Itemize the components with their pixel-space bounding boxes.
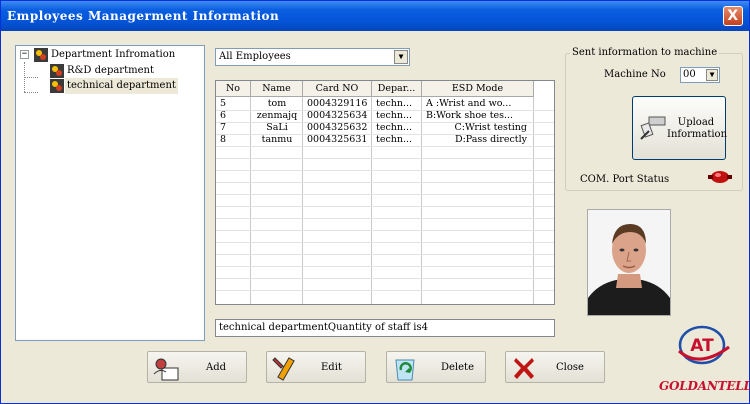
cell-no: 6 — [220, 110, 227, 121]
machine-group-legend: Sent information to machine — [570, 47, 720, 58]
tree-connector — [24, 77, 38, 78]
add-button[interactable]: Add — [147, 351, 247, 383]
upload-label-line1: Upload — [677, 117, 715, 128]
employee-filter-dropdown[interactable]: All Employees ▼ — [215, 48, 410, 66]
column-header-no[interactable]: No — [216, 81, 251, 97]
tree-connector — [24, 92, 38, 93]
machine-no-value: 00 — [683, 69, 696, 80]
cell-no: 5 — [220, 98, 227, 109]
cell-card-no: 0004325631 — [307, 134, 368, 145]
cell-department: techn... — [376, 98, 413, 109]
machine-groupbox: Sent information to machine Machine No 0… — [565, 47, 743, 191]
logo-text: GOLDANTELL — [659, 379, 750, 393]
tree-item-label: R&D department — [67, 65, 154, 76]
upload-information-button[interactable]: Upload Information — [632, 96, 728, 160]
add-button-label: Add — [206, 362, 227, 373]
cell-esd-mode: C:Wrist testing — [454, 122, 527, 133]
client-area: − Department Infromation R&D department — [5, 33, 750, 401]
cell-esd-mode: D:Pass directly — [454, 134, 527, 145]
cell-esd-mode: B:Work shoe tes... — [426, 110, 514, 121]
window-close-button[interactable]: X — [723, 6, 743, 26]
add-user-icon — [153, 358, 179, 381]
upload-label-line2: Information — [667, 129, 728, 140]
employees-table: No Name Card NO Depar... ESD Mode 5 tom … — [215, 80, 555, 305]
cell-department: techn... — [376, 134, 413, 145]
row-divider — [216, 206, 554, 207]
cell-name: zenmajq — [256, 110, 298, 121]
cell-card-no: 0004329116 — [307, 98, 368, 109]
edit-button-label: Edit — [321, 362, 342, 373]
logo-mark: AT — [677, 325, 730, 365]
tree-item-label: technical department — [65, 78, 178, 94]
employee-photo-image — [588, 210, 670, 315]
delete-button-label: Delete — [441, 362, 474, 373]
row-divider — [216, 158, 554, 159]
edit-tools-icon — [272, 357, 295, 381]
recycle-bin-icon — [395, 359, 415, 381]
row-divider — [216, 242, 554, 243]
column-header-card-no[interactable]: Card NO — [303, 81, 372, 97]
machine-no-select[interactable]: 00 ▼ — [680, 67, 720, 83]
column-header-name[interactable]: Name — [251, 81, 303, 97]
logo-initials: AT — [690, 336, 714, 356]
row-divider — [216, 290, 554, 291]
column-header-department[interactable]: Depar... — [372, 81, 422, 97]
card-reader-icon — [640, 116, 666, 140]
edit-button[interactable]: Edit — [266, 351, 366, 383]
row-divider — [216, 278, 554, 279]
staff-count-status: technical departmentQuantity of staff is… — [215, 319, 555, 337]
cell-name: tom — [267, 98, 287, 109]
com-port-status-label: COM. Port Status — [580, 174, 670, 185]
delete-button[interactable]: Delete — [386, 351, 486, 383]
department-icon — [50, 64, 64, 78]
cell-esd-mode: A :Wrist and wo... — [426, 98, 512, 109]
tree-root-label: Department Infromation — [51, 49, 176, 60]
row-divider — [216, 254, 554, 255]
column-header-esd-mode[interactable]: ESD Mode — [422, 81, 534, 97]
cell-name: tanmu — [261, 134, 293, 145]
upload-button-label: Upload Information — [667, 117, 728, 141]
cell-no: 7 — [220, 122, 227, 133]
chevron-down-icon[interactable]: ▼ — [394, 50, 408, 64]
row-divider — [216, 218, 554, 219]
chevron-down-icon[interactable]: ▼ — [706, 69, 718, 81]
cell-card-no: 0004325632 — [307, 122, 368, 133]
window-title: Employees Managerment Information — [7, 9, 280, 23]
goldantell-logo: AT GOLDANTELL — [659, 321, 750, 401]
cell-name: SaLi — [266, 122, 288, 133]
close-icon — [514, 358, 534, 379]
department-icon — [50, 79, 64, 93]
filter-selected-value: All Employees — [219, 51, 291, 62]
tree-collapse-toggle[interactable]: − — [20, 50, 29, 59]
cell-department: techn... — [376, 110, 413, 121]
row-divider — [216, 194, 554, 195]
cell-no: 8 — [220, 134, 227, 145]
row-divider — [216, 146, 554, 147]
employee-photo — [587, 209, 671, 316]
cell-card-no: 0004325634 — [307, 110, 368, 121]
close-button-label: Close — [556, 362, 584, 373]
row-divider — [216, 170, 554, 171]
row-divider — [216, 182, 554, 183]
close-button[interactable]: Close — [505, 351, 605, 383]
row-divider — [216, 266, 554, 267]
department-icon — [34, 48, 48, 62]
department-tree: − Department Infromation R&D department — [15, 45, 205, 341]
machine-no-label: Machine No — [604, 69, 666, 80]
title-bar: Employees Managerment Information X — [1, 1, 749, 31]
employees-window: Employees Managerment Information X − De… — [0, 0, 750, 404]
cell-department: techn... — [376, 122, 413, 133]
com-port-status-icon — [708, 171, 732, 183]
row-divider — [216, 230, 554, 231]
